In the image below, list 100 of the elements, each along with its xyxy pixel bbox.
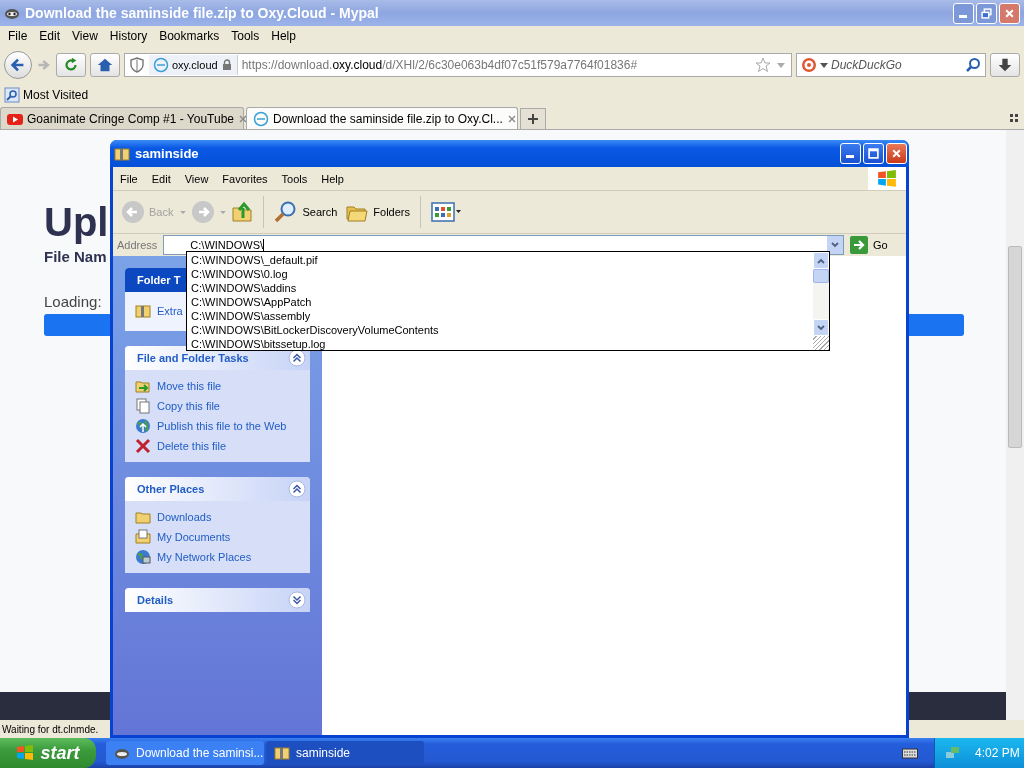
site-icon bbox=[153, 57, 169, 73]
minimize-icon bbox=[958, 14, 967, 18]
taskbar-button[interactable]: saminside bbox=[266, 741, 424, 765]
reload-icon bbox=[62, 56, 80, 74]
home-button[interactable] bbox=[90, 53, 120, 77]
back-button[interactable] bbox=[4, 51, 32, 79]
restore-icon bbox=[981, 7, 992, 19]
scroll-thumb[interactable] bbox=[813, 269, 829, 283]
address-label: Address bbox=[117, 239, 158, 251]
menu-item[interactable]: Edit bbox=[33, 29, 67, 43]
globe-icon bbox=[135, 418, 151, 434]
network-icon bbox=[135, 549, 151, 565]
taskbar-button[interactable]: Download the saminsi... bbox=[106, 741, 264, 765]
zip-folder-icon bbox=[135, 303, 151, 319]
menu-item[interactable]: Help bbox=[265, 29, 302, 43]
task-link[interactable]: My Network Places bbox=[135, 549, 252, 565]
close-button[interactable] bbox=[886, 143, 907, 164]
menu-item[interactable]: View bbox=[177, 172, 216, 185]
menu-item[interactable]: Tools bbox=[274, 172, 315, 185]
shield-icon[interactable] bbox=[129, 57, 145, 73]
folders-button[interactable]: Folders bbox=[343, 198, 412, 226]
down-arrow-icon bbox=[996, 56, 1014, 74]
reload-button[interactable] bbox=[56, 53, 86, 77]
site-icon bbox=[253, 110, 269, 127]
minimize-button[interactable] bbox=[953, 2, 974, 24]
task-link[interactable]: Copy this file bbox=[135, 398, 220, 414]
suggestion-item[interactable]: C:\WINDOWS\addins bbox=[191, 281, 809, 295]
dropdown-icon[interactable] bbox=[820, 61, 828, 69]
menu-item[interactable]: Favorites bbox=[215, 172, 275, 185]
chevron-down-icon[interactable] bbox=[816, 322, 826, 333]
panel-title[interactable]: Folder T bbox=[137, 274, 181, 286]
start-button[interactable]: start bbox=[0, 738, 96, 768]
suggestion-item[interactable]: C:\WINDOWS\bitssetup.log bbox=[191, 337, 809, 351]
url-field[interactable]: https://download.oxy.cloud/d/XHl/2/6c30e063b4df07c51f579a7764f01836# bbox=[241, 58, 751, 72]
go-button[interactable]: Go bbox=[850, 236, 902, 254]
star-icon[interactable] bbox=[755, 57, 771, 73]
task-link[interactable]: My Documents bbox=[135, 529, 231, 545]
menu-item[interactable]: Bookmarks bbox=[153, 29, 226, 43]
restore-button[interactable] bbox=[976, 2, 997, 24]
expand-icon[interactable] bbox=[288, 591, 306, 609]
close-icon[interactable] bbox=[506, 113, 517, 124]
maximize-icon bbox=[868, 148, 879, 159]
download-button[interactable] bbox=[990, 53, 1020, 77]
zip-folder-icon bbox=[114, 145, 130, 162]
window-title: Download the saminside file.zip to Oxy.Cloud - Mypal bbox=[25, 5, 379, 21]
move-icon bbox=[135, 378, 151, 394]
page-heading: Upl bbox=[44, 199, 110, 246]
menu-item[interactable]: View bbox=[66, 29, 104, 43]
status-text: Waiting for dt.clnmde. bbox=[2, 723, 99, 735]
menu-item[interactable]: File bbox=[113, 172, 145, 185]
site-name: oxy.cloud bbox=[172, 59, 218, 71]
maximize-button[interactable] bbox=[863, 143, 884, 164]
windows-logo-icon bbox=[16, 744, 35, 762]
suggestion-item[interactable]: C:\WINDOWS\BitLockerDiscoveryVolumeContents bbox=[191, 323, 809, 337]
task-link[interactable]: Delete this file bbox=[135, 438, 227, 454]
site-identity-button[interactable]: oxy.cloud bbox=[149, 55, 238, 75]
browser-tab[interactable]: Download the saminside file.zip to Oxy.Cl... bbox=[246, 107, 518, 129]
new-tab-button[interactable] bbox=[520, 108, 546, 129]
menu-item[interactable]: Tools bbox=[225, 29, 266, 43]
close-icon bbox=[1004, 7, 1015, 19]
browser-tab[interactable]: Goanimate Cringe Comp #1 - YouTube bbox=[0, 107, 244, 129]
close-icon bbox=[891, 148, 902, 159]
suggestion-item[interactable]: C:\WINDOWS\assembly bbox=[191, 309, 809, 323]
menu-item[interactable]: Help bbox=[314, 172, 351, 185]
lock-icon bbox=[220, 59, 233, 71]
grid-icon[interactable] bbox=[1010, 114, 1018, 122]
views-icon bbox=[431, 200, 461, 224]
search-input[interactable]: DuckDuckGo bbox=[831, 58, 962, 72]
clock: 4:02 PM bbox=[975, 746, 1020, 760]
task-link[interactable]: Extra bbox=[135, 303, 183, 319]
suggestion-item[interactable]: C:\WINDOWS\_default.pif bbox=[191, 253, 809, 267]
bookmark-folder[interactable]: Most Visited bbox=[4, 87, 89, 103]
task-link[interactable]: Move this file bbox=[135, 378, 222, 394]
search-button[interactable]: Search bbox=[272, 198, 340, 226]
keyboard-icon[interactable] bbox=[902, 747, 918, 759]
delete-icon bbox=[135, 438, 151, 454]
minimize-button[interactable] bbox=[840, 143, 861, 164]
scrollbar[interactable] bbox=[813, 252, 829, 350]
menu-item[interactable]: File bbox=[2, 29, 34, 43]
copy-icon bbox=[135, 398, 151, 414]
menu-item[interactable]: Edit bbox=[144, 172, 178, 185]
task-link[interactable]: Downloads bbox=[135, 509, 212, 525]
chevron-down-icon[interactable] bbox=[830, 240, 840, 250]
search-field[interactable]: DuckDuckGo bbox=[796, 53, 986, 77]
window-title: saminside bbox=[135, 146, 199, 161]
documents-icon bbox=[135, 529, 151, 545]
scrollbar[interactable] bbox=[1006, 130, 1024, 720]
suggestion-item[interactable]: C:\WINDOWS\0.log bbox=[191, 267, 809, 281]
suggestion-item[interactable]: C:\WINDOWS\AppPatch bbox=[191, 295, 809, 309]
menu-item[interactable]: History bbox=[103, 29, 154, 43]
task-link[interactable]: Publish this file to the Web bbox=[135, 418, 287, 434]
panel-title[interactable]: Other Places bbox=[137, 483, 205, 495]
resize-grip[interactable] bbox=[813, 336, 829, 350]
zip-folder-icon bbox=[274, 745, 290, 761]
search-icon[interactable] bbox=[965, 57, 981, 73]
home-icon bbox=[96, 56, 114, 74]
plus-icon bbox=[527, 113, 539, 125]
panel-title[interactable]: Details bbox=[137, 594, 174, 606]
minimize-icon bbox=[845, 155, 854, 158]
close-button[interactable] bbox=[999, 2, 1020, 24]
